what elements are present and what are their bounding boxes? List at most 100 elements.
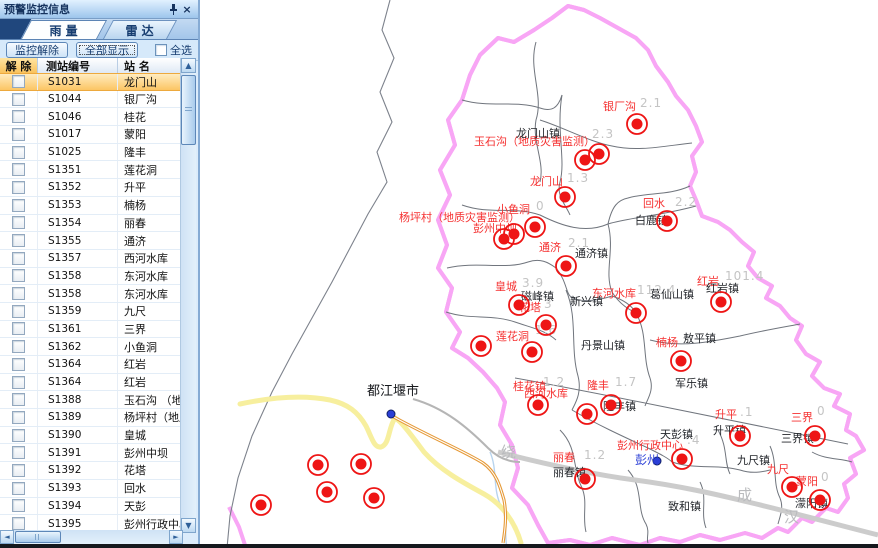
station-checkbox[interactable] [12, 199, 25, 212]
select-all-label: 全选 [170, 42, 192, 58]
table-row[interactable]: S1358东河水库 [0, 268, 183, 286]
map-label-town: 丹景山镇 [581, 340, 625, 351]
table-row[interactable]: S1355通济 [0, 232, 183, 250]
station-checkbox[interactable] [12, 446, 25, 459]
table-row[interactable]: S1352升平 [0, 179, 183, 197]
station-id-cell: S1361 [38, 321, 118, 338]
station-checkbox[interactable] [12, 181, 25, 194]
map-label-road: 汉 [784, 510, 799, 525]
table-row[interactable]: S1394天彭 [0, 498, 183, 516]
column-header-station-name[interactable]: 站 名 [118, 58, 183, 73]
station-checkbox[interactable] [12, 499, 25, 512]
table-row[interactable]: S1359九尺 [0, 303, 183, 321]
station-checkbox[interactable] [12, 517, 25, 530]
station-checkbox[interactable] [12, 340, 25, 353]
scroll-up-button[interactable]: ▲ [181, 58, 196, 73]
column-header-release[interactable]: 解 除 [0, 58, 38, 73]
map-label-value: 112.4 [637, 284, 676, 296]
map-label-value: 0 [536, 200, 545, 212]
table-row[interactable]: S1031龙门山 [0, 73, 183, 91]
table-row[interactable]: S1391彭州中坝 [0, 444, 183, 462]
station-checkbox[interactable] [12, 322, 25, 335]
station-name-cell: 东河水库 [118, 268, 183, 285]
show-all-button[interactable]: 全部显示 [76, 42, 138, 58]
station-checkbox[interactable] [12, 252, 25, 265]
station-checkbox[interactable] [12, 110, 25, 123]
vertical-scrollbar-thumb[interactable] [181, 75, 196, 145]
station-checkbox[interactable] [12, 429, 25, 442]
station-id-cell: S1359 [38, 303, 118, 320]
table-row[interactable]: S1354丽春 [0, 215, 183, 233]
release-cell [0, 356, 38, 373]
station-checkbox[interactable] [12, 75, 25, 88]
station-id-cell: S1352 [38, 179, 118, 196]
map-label-value: .4 [687, 434, 700, 446]
station-id-cell: S1357 [38, 250, 118, 267]
station-checkbox[interactable] [12, 393, 25, 406]
scroll-left-button[interactable]: ◄ [0, 530, 14, 544]
table-row[interactable]: S1392花塔 [0, 462, 183, 480]
map-view[interactable]: 银厂沟玉石沟（地质灾害监测）龙门山回水小鱼洞杨坪村（地质灾害监测）彭州中坝通济皇… [200, 0, 878, 548]
station-checkbox[interactable] [12, 93, 25, 106]
table-row[interactable]: S1361三界 [0, 321, 183, 339]
map-label-station: 银厂沟 [603, 101, 636, 112]
table-row[interactable]: S1390皇城 [0, 427, 183, 445]
table-row[interactable]: S1388玉石沟 （地... [0, 391, 183, 409]
table-row[interactable]: S1025隆丰 [0, 144, 183, 162]
station-checkbox[interactable] [12, 305, 25, 318]
vertical-scrollbar[interactable]: ▲ ▼ [180, 58, 196, 533]
column-header-station-id[interactable]: 测站编号 [38, 58, 118, 73]
map-label-station: 丽春 [553, 452, 575, 463]
table-row[interactable]: S1046桂花 [0, 108, 183, 126]
station-checkbox[interactable] [12, 216, 25, 229]
close-icon[interactable]: × [180, 3, 194, 16]
table-row[interactable]: S1351莲花洞 [0, 161, 183, 179]
station-id-cell: S1394 [38, 498, 118, 515]
station-checkbox[interactable] [12, 482, 25, 495]
map-label-town: 致和镇 [668, 501, 701, 512]
station-checkbox[interactable] [12, 358, 25, 371]
station-checkbox[interactable] [12, 269, 25, 282]
table-row[interactable]: S1362小鱼洞 [0, 338, 183, 356]
monitor-release-button[interactable]: 监控解除 [6, 42, 68, 58]
release-cell [0, 391, 38, 408]
release-cell [0, 285, 38, 302]
horizontal-scrollbar-thumb[interactable] [15, 531, 61, 543]
station-id-cell: S1388 [38, 391, 118, 408]
table-row[interactable]: S1389杨坪村（地质... [0, 409, 183, 427]
table-row[interactable]: S1358东河水库 [0, 285, 183, 303]
station-checkbox[interactable] [12, 163, 25, 176]
station-name-cell: 三界 [118, 321, 183, 338]
station-checkbox[interactable] [12, 411, 25, 424]
release-cell [0, 144, 38, 161]
station-checkbox[interactable] [12, 146, 25, 159]
map-label-value: .1 [740, 406, 753, 418]
table-row[interactable]: S1017蒙阳 [0, 126, 183, 144]
tab-rainfall[interactable]: 雨 量 [21, 20, 107, 39]
horizontal-scrollbar[interactable]: ◄ ► [0, 530, 183, 544]
map-label-station: 隆丰 [587, 380, 609, 391]
station-checkbox[interactable] [12, 376, 25, 389]
table-row[interactable]: S1044银厂沟 [0, 91, 183, 109]
station-checkbox[interactable] [12, 464, 25, 477]
scroll-down-button[interactable]: ▼ [181, 518, 196, 533]
select-all-checkbox[interactable] [155, 44, 167, 56]
release-cell [0, 74, 38, 90]
station-id-cell: S1351 [38, 161, 118, 178]
station-checkbox[interactable] [12, 128, 25, 141]
station-id-cell: S1362 [38, 338, 118, 355]
scroll-right-button[interactable]: ► [169, 530, 183, 544]
map-label-road: 绕 [501, 445, 516, 460]
tab-radar[interactable]: 雷 达 [103, 20, 177, 39]
table-row[interactable]: S1393回水 [0, 480, 183, 498]
map-label-value: 3.9 [522, 277, 544, 289]
pin-icon[interactable] [166, 3, 180, 16]
table-row[interactable]: S1353楠杨 [0, 197, 183, 215]
table-row[interactable]: S1357西河水库 [0, 250, 183, 268]
station-checkbox[interactable] [12, 287, 25, 300]
table-row[interactable]: S1364红岩 [0, 374, 183, 392]
map-label-station: 西河水库 [524, 388, 568, 399]
station-name-cell: 玉石沟 （地... [118, 391, 183, 408]
table-row[interactable]: S1364红岩 [0, 356, 183, 374]
station-checkbox[interactable] [12, 234, 25, 247]
